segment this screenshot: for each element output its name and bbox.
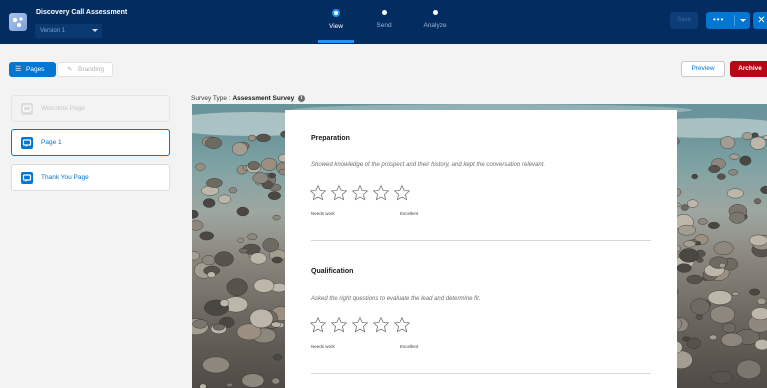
preview-button[interactable]: Preview xyxy=(681,61,725,77)
info-icon[interactable]: i xyxy=(298,95,306,102)
version-select[interactable]: Version 1 xyxy=(35,24,102,38)
survey-type-value: Assessment Survey xyxy=(232,95,295,103)
step-indicator-icon xyxy=(381,10,387,15)
pencil-icon: ✎ xyxy=(67,66,73,73)
close-icon: ✕ xyxy=(757,15,766,26)
app-header: Discovery Call Assessment Version 1 View… xyxy=(0,0,767,44)
question-title: Preparation xyxy=(311,135,350,142)
star-icon[interactable] xyxy=(351,316,369,334)
more-actions-button[interactable]: ••• xyxy=(706,12,750,29)
question-description: Showed knowledge of the prospect and the… xyxy=(311,162,546,168)
survey-app-icon xyxy=(9,13,27,31)
nav-step-analyze[interactable]: Analyze xyxy=(405,10,465,29)
question-title: Qualification xyxy=(311,268,354,275)
chevron-down-icon xyxy=(740,19,746,22)
page-label: Welcome Page xyxy=(41,105,85,112)
question-divider xyxy=(311,240,651,241)
page-item-thank-you[interactable]: Thank You Page xyxy=(11,164,170,191)
app-title: Discovery Call Assessment xyxy=(36,9,128,16)
pages-label: Pages xyxy=(26,66,45,73)
star-icon[interactable] xyxy=(330,184,348,202)
archive-button[interactable]: Archive xyxy=(730,61,767,77)
star-icon[interactable] xyxy=(372,316,390,334)
rating-high-label: Excellent xyxy=(400,211,419,216)
branding-tab-button[interactable]: ✎ Branding xyxy=(57,62,113,77)
star-icon[interactable] xyxy=(393,184,411,202)
nav-step-label: Analyze xyxy=(423,22,447,29)
active-step-underline xyxy=(318,40,354,43)
question-description: Asked the right questions to evaluate th… xyxy=(311,296,481,302)
list-icon: ☰ xyxy=(15,66,22,73)
star-icon[interactable] xyxy=(351,184,369,202)
button-divider xyxy=(734,15,735,26)
step-indicator-icon xyxy=(332,9,340,17)
page-icon xyxy=(21,137,33,149)
question-divider xyxy=(311,373,651,374)
survey-type-line: Survey Type : Assessment Survey i xyxy=(191,95,306,103)
pages-tab-button[interactable]: ☰ Pages xyxy=(9,62,56,77)
star-icon[interactable] xyxy=(372,184,390,202)
star-icon[interactable] xyxy=(309,316,327,334)
page-icon xyxy=(21,172,33,184)
step-indicator-icon xyxy=(432,10,438,15)
version-select-value: Version 1 xyxy=(40,28,66,34)
star-icon[interactable] xyxy=(309,184,327,202)
page-label: Thank You Page xyxy=(41,174,89,181)
page-item-welcome[interactable]: Welcome Page xyxy=(11,95,170,122)
rating-low-label: Needs work xyxy=(311,344,335,349)
more-dots-icon: ••• xyxy=(713,15,725,24)
survey-type-label: Survey Type : xyxy=(191,95,231,103)
branding-label: Branding xyxy=(78,66,105,73)
star-icon[interactable] xyxy=(330,316,348,334)
rating-low-label: Needs work xyxy=(311,211,335,216)
page-icon xyxy=(21,103,33,115)
star-icon[interactable] xyxy=(393,316,411,334)
close-button[interactable]: ✕ xyxy=(753,12,767,29)
chevron-down-icon xyxy=(92,29,98,32)
save-button[interactable]: Save xyxy=(670,12,698,29)
rating-high-label: Excellent xyxy=(400,344,419,349)
page-item-page-1[interactable]: Page 1 xyxy=(11,129,170,156)
page-label: Page 1 xyxy=(41,139,62,146)
survey-page-card: Preparation Showed knowledge of the pros… xyxy=(285,110,677,388)
